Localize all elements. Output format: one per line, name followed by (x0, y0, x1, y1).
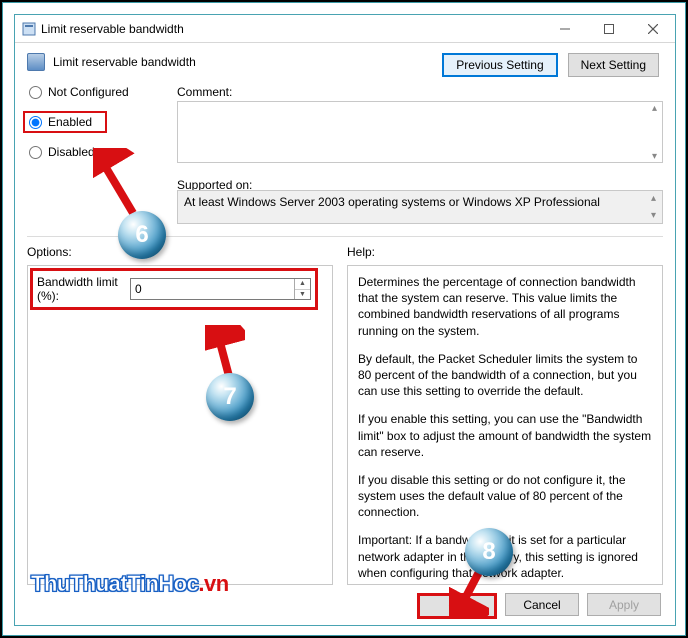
apply-button[interactable]: Apply (587, 593, 661, 616)
annotation-bubble-8: 8 (465, 528, 513, 576)
bandwidth-limit-label: Bandwidth limit (%): (37, 275, 130, 303)
titlebar[interactable]: Limit reservable bandwidth (15, 15, 675, 43)
radio-disabled-input[interactable] (29, 146, 42, 159)
caret-up-icon: ▴ (652, 103, 657, 114)
cancel-button[interactable]: Cancel (505, 593, 579, 616)
radio-disabled-label: Disabled (48, 145, 95, 159)
app-icon (15, 22, 37, 36)
caret-down-icon: ▾ (652, 151, 657, 162)
supported-on-text: At least Windows Server 2003 operating s… (184, 195, 600, 209)
spinner-up-icon[interactable]: ▲ (295, 279, 310, 290)
close-button[interactable] (631, 15, 675, 42)
maximize-button[interactable] (587, 15, 631, 42)
comment-label: Comment: (177, 85, 232, 99)
comment-textarea[interactable] (177, 101, 663, 163)
bandwidth-limit-row: Bandwidth limit (%): ▲ ▼ (30, 268, 318, 310)
radio-not-configured-input[interactable] (29, 86, 42, 99)
help-label: Help: (347, 245, 663, 259)
caret-down-icon: ▾ (651, 210, 656, 221)
annotation-arrow (449, 568, 489, 618)
caret-up-icon: ▴ (651, 193, 656, 204)
help-text: Determines the percentage of connection … (358, 274, 652, 339)
policy-icon (27, 53, 45, 71)
dialog-window: Limit reservable bandwidth Limit reserva… (14, 14, 676, 626)
help-text: By default, the Packet Scheduler limits … (358, 351, 652, 400)
header-title: Limit reservable bandwidth (53, 55, 196, 69)
window-title: Limit reservable bandwidth (37, 22, 543, 36)
radio-not-configured[interactable]: Not Configured (29, 85, 177, 99)
radio-not-configured-label: Not Configured (48, 85, 129, 99)
annotation-bubble-7: 7 (206, 373, 254, 421)
previous-setting-button[interactable]: Previous Setting (442, 53, 557, 77)
bandwidth-spinner[interactable]: ▲ ▼ (294, 279, 310, 299)
supported-on-box: At least Windows Server 2003 operating s… (177, 190, 663, 224)
bandwidth-limit-input[interactable] (131, 279, 294, 299)
minimize-button[interactable] (543, 15, 587, 42)
options-label: Options: (27, 245, 333, 259)
radio-enabled-input[interactable] (29, 116, 42, 129)
next-setting-button[interactable]: Next Setting (568, 53, 659, 77)
radio-enabled-label: Enabled (48, 115, 92, 129)
watermark: ThuThuatTinHoc.vn (31, 571, 229, 597)
watermark-main: ThuThuatTinHoc (31, 571, 198, 596)
watermark-suffix: .vn (198, 571, 228, 596)
help-text: If you disable this setting or do not co… (358, 472, 652, 521)
annotation-arrow (93, 148, 143, 218)
spinner-down-icon[interactable]: ▼ (295, 290, 310, 300)
radio-enabled[interactable]: Enabled (23, 111, 107, 133)
help-text: If you enable this setting, you can use … (358, 411, 652, 460)
options-panel: Bandwidth limit (%): ▲ ▼ (27, 265, 333, 585)
annotation-bubble-6: 6 (118, 211, 166, 259)
